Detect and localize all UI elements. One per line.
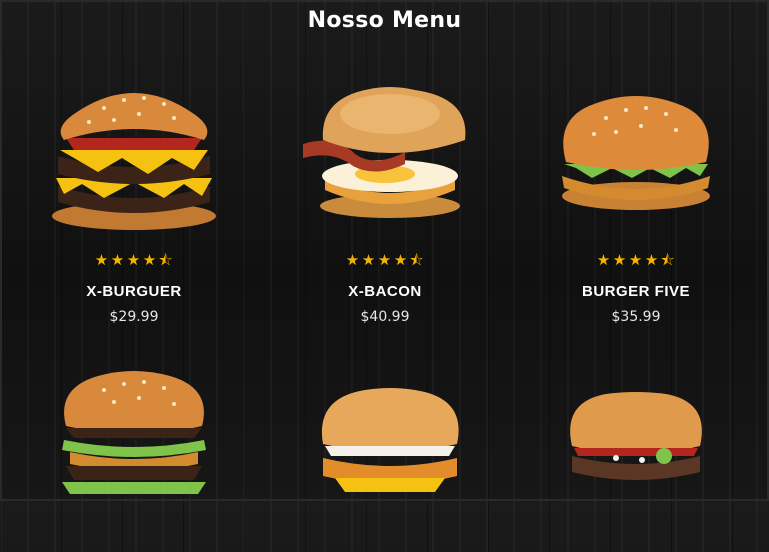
menu-item[interactable] (285, 388, 485, 548)
menu-item[interactable] (536, 392, 736, 552)
rating-stars: ★ ★ ★ ★⯪ (285, 250, 485, 275)
menu-item-x-bacon[interactable]: ★ ★ ★ ★⯪ X-BACON $40.99 (285, 78, 485, 325)
half-star-icon: ⯪ (409, 251, 425, 269)
star-icon: ★ (345, 251, 361, 269)
burger-image (44, 78, 224, 238)
item-name: X-BURGUER (86, 283, 182, 300)
star-icon: ★ (393, 251, 409, 269)
burger-image (295, 388, 475, 548)
menu-item-burger-five[interactable]: ★ ★ ★ ★⯪ BURGER FIVE $35.99 (536, 78, 736, 325)
burger-image (546, 78, 726, 238)
star-icon: ★ (612, 251, 628, 269)
menu-item[interactable] (34, 368, 234, 528)
star-icon: ★ (644, 251, 660, 269)
page-title: Nosso Menu (307, 8, 462, 33)
burger-image (295, 78, 475, 238)
half-star-icon: ⯪ (158, 251, 174, 269)
star-icon: ★ (361, 251, 377, 269)
item-price: $40.99 (360, 309, 410, 325)
rating-stars: ★ ★ ★ ★⯪ (34, 250, 234, 275)
item-name: BURGER FIVE (581, 283, 690, 300)
half-star-icon: ⯪ (660, 251, 676, 269)
star-icon: ★ (126, 251, 142, 269)
item-name: X-BACON (348, 283, 422, 300)
burger-image (44, 368, 224, 528)
item-price: $35.99 (611, 309, 661, 325)
star-icon: ★ (110, 251, 126, 269)
star-icon: ★ (596, 251, 612, 269)
menu-item-x-burguer[interactable]: ★ ★ ★ ★⯪ X-BURGUER $29.99 (34, 78, 234, 325)
star-icon: ★ (377, 251, 393, 269)
star-icon: ★ (94, 251, 110, 269)
item-price: $29.99 (109, 309, 159, 325)
rating-stars: ★ ★ ★ ★⯪ (536, 250, 736, 275)
star-icon: ★ (142, 251, 158, 269)
burger-image (546, 392, 726, 552)
star-icon: ★ (628, 251, 644, 269)
